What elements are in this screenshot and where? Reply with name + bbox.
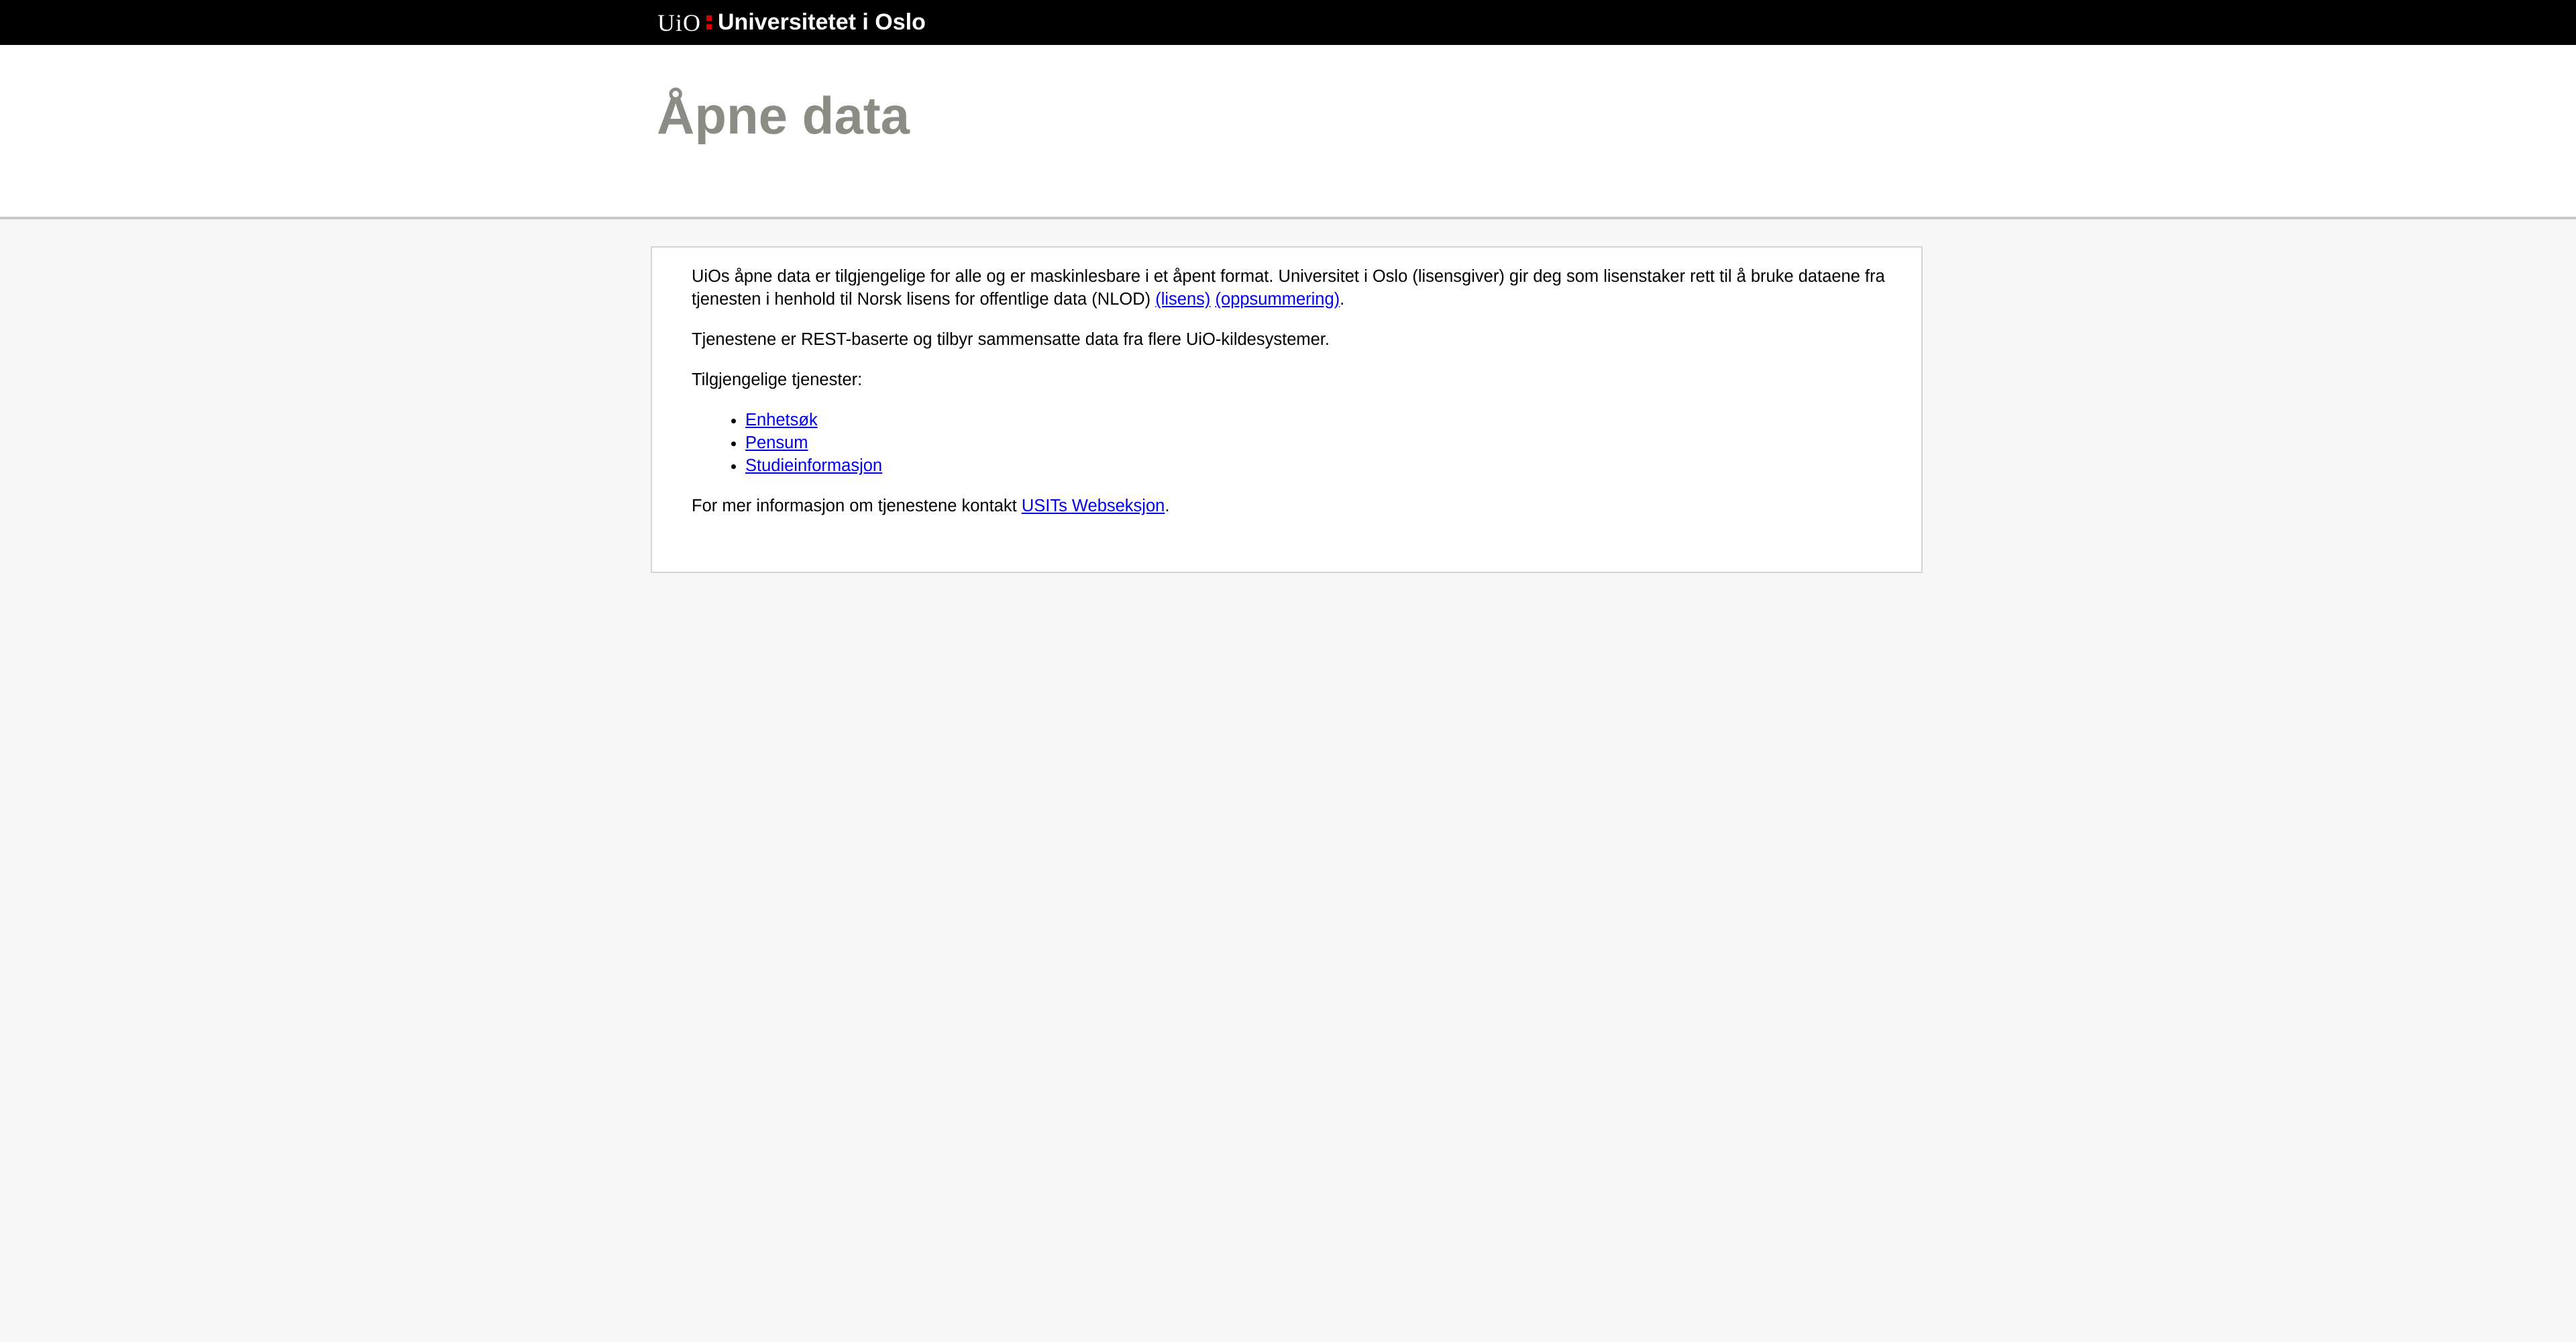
top-bar: UiO Universitetet i Oslo: [0, 0, 2576, 45]
service-link-studieinformasjon[interactable]: Studieinformasjon: [745, 456, 882, 475]
logo-dots-icon: [706, 15, 712, 30]
intro-end: .: [1340, 290, 1345, 309]
logo-university-name: Universitetet i Oslo: [718, 9, 926, 35]
list-item: Enhetsøk: [745, 409, 1892, 431]
contact-link[interactable]: USITs Webseksjon: [1022, 497, 1165, 515]
content-body: UiOs åpne data er tilgjengelige for alle…: [692, 265, 1892, 535]
page-header: Åpne data: [0, 45, 2576, 219]
service-link-pensum[interactable]: Pensum: [745, 433, 808, 452]
list-item: Studieinformasjon: [745, 454, 1892, 477]
services-heading: Tilgjengelige tjenester:: [692, 370, 863, 389]
license-link[interactable]: (lisens): [1155, 290, 1210, 309]
uio-logo[interactable]: UiO Universitetet i Oslo: [657, 0, 926, 45]
service-link-enhetsok[interactable]: Enhetsøk: [745, 411, 818, 429]
services-list: Enhetsøk Pensum Studieinformasjon: [692, 409, 1892, 477]
contact-paragraph: For mer informasjon om tjenestene kontak…: [692, 495, 1892, 517]
contact-end: .: [1165, 497, 1170, 515]
contact-text: For mer informasjon om tjenestene kontak…: [692, 497, 1017, 515]
logo-short-text: UiO: [657, 9, 701, 36]
rest-paragraph: Tjenestene er REST-baserte og tilbyr sam…: [692, 330, 1330, 349]
intro-paragraph: UiOs åpne data er tilgjengelige for alle…: [692, 265, 1892, 311]
page-title: Åpne data: [657, 86, 910, 145]
summary-link[interactable]: (oppsummering): [1216, 290, 1340, 309]
list-item: Pensum: [745, 431, 1892, 454]
content-panel: UiOs åpne data er tilgjengelige for alle…: [651, 246, 1923, 573]
